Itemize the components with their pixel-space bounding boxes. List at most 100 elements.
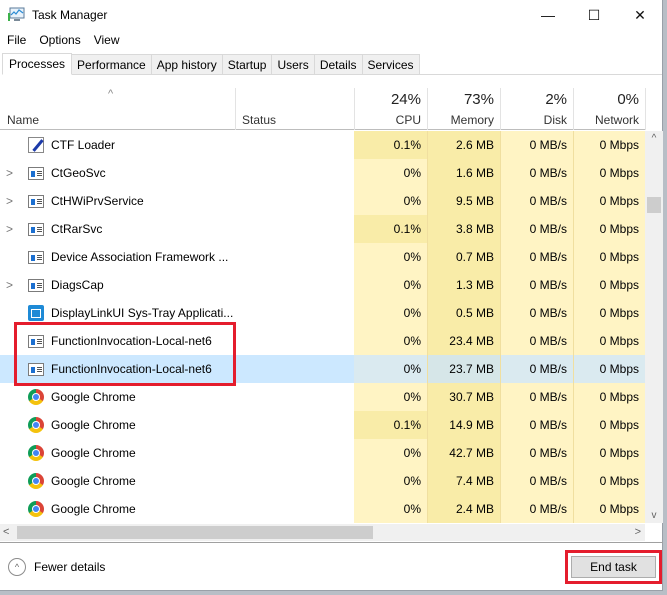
expand-chevron-icon[interactable]: >: [6, 215, 18, 243]
process-network: 0 Mbps: [573, 467, 645, 495]
process-network: 0 Mbps: [573, 159, 645, 187]
process-cpu: 0%: [354, 159, 427, 187]
column-status[interactable]: Status: [235, 88, 354, 130]
process-network: 0 Mbps: [573, 187, 645, 215]
menu-file[interactable]: File: [0, 31, 32, 49]
service-icon: [28, 167, 44, 180]
menu-view[interactable]: View: [87, 31, 126, 49]
scroll-right-icon[interactable]: >: [635, 524, 641, 541]
tab-startup[interactable]: Startup: [222, 54, 273, 75]
process-disk: 0 MB/s: [500, 327, 573, 355]
horizontal-scroll-thumb[interactable]: [17, 526, 373, 539]
scroll-down-icon[interactable]: v: [645, 510, 663, 521]
annotation-highlight-processes: [14, 322, 236, 386]
column-memory-label: Memory: [450, 113, 494, 127]
process-name-cell: > CtGeoSvc: [0, 159, 235, 187]
fewer-details-button[interactable]: ^ Fewer details: [8, 556, 105, 578]
tab-performance[interactable]: Performance: [72, 54, 152, 75]
process-cpu: 0.1%: [354, 215, 427, 243]
scroll-up-icon[interactable]: ^: [645, 133, 663, 144]
column-name[interactable]: ^ Name: [0, 88, 235, 130]
process-memory: 23.7 MB: [427, 355, 500, 383]
process-row[interactable]: > CtGeoSvc 0% 1.6 MB 0 MB/s 0 Mbps: [0, 159, 645, 187]
column-network[interactable]: 0% Network: [573, 88, 645, 130]
process-name: CtRarSvc: [51, 222, 103, 236]
process-row[interactable]: Device Association Framework ... 0% 0.7 MB…: [0, 243, 645, 271]
process-status: [235, 271, 354, 299]
sort-ascending-icon: ^: [108, 88, 114, 100]
tab-app-history[interactable]: App history: [151, 54, 223, 75]
maximize-button[interactable]: ☐: [571, 0, 617, 30]
process-name-cell: > CtHWiPrvService: [0, 187, 235, 215]
process-row[interactable]: > DiagsCap 0% 1.3 MB 0 MB/s 0 Mbps: [0, 271, 645, 299]
process-network: 0 Mbps: [573, 243, 645, 271]
process-memory: 2.6 MB: [427, 131, 500, 159]
close-icon: ✕: [634, 6, 646, 23]
process-name: Google Chrome: [51, 418, 136, 432]
horizontal-scrollbar[interactable]: < >: [0, 524, 645, 541]
process-name: Google Chrome: [51, 390, 136, 404]
memory-total: 73%: [463, 91, 494, 108]
chrome-icon: [28, 417, 44, 433]
process-cpu: 0.1%: [354, 411, 427, 439]
tab-details[interactable]: Details: [314, 54, 363, 75]
expand-chevron-icon[interactable]: >: [6, 187, 18, 215]
process-row[interactable]: Google Chrome 0% 30.7 MB 0 MB/s 0 Mbps: [0, 383, 645, 411]
process-name-cell: Device Association Framework ...: [0, 243, 235, 271]
process-memory: 2.4 MB: [427, 495, 500, 523]
process-row[interactable]: > CtRarSvc 0.1% 3.8 MB 0 MB/s 0 Mbps: [0, 215, 645, 243]
menu-options[interactable]: Options: [32, 31, 86, 49]
process-cpu: 0%: [354, 355, 427, 383]
process-network: 0 Mbps: [573, 131, 645, 159]
process-disk: 0 MB/s: [500, 439, 573, 467]
process-status: [235, 243, 354, 271]
process-cpu: 0%: [354, 327, 427, 355]
column-disk-label: Disk: [543, 113, 567, 127]
process-row[interactable]: Google Chrome 0% 7.4 MB 0 MB/s 0 Mbps: [0, 467, 645, 495]
process-status: [235, 411, 354, 439]
process-status: [235, 299, 354, 327]
process-name-cell: Google Chrome: [0, 495, 235, 523]
column-disk[interactable]: 2% Disk: [500, 88, 573, 130]
process-disk: 0 MB/s: [500, 355, 573, 383]
minimize-button[interactable]: —: [525, 0, 571, 30]
process-disk: 0 MB/s: [500, 131, 573, 159]
process-memory: 1.3 MB: [427, 271, 500, 299]
process-memory: 9.5 MB: [427, 187, 500, 215]
process-network: 0 Mbps: [573, 439, 645, 467]
process-cpu: 0%: [354, 187, 427, 215]
process-memory: 42.7 MB: [427, 439, 500, 467]
tab-processes[interactable]: Processes: [2, 53, 73, 75]
process-name-cell: Google Chrome: [0, 383, 235, 411]
title-bar: Task Manager — ☐ ✕: [0, 0, 663, 30]
process-row[interactable]: Google Chrome 0% 2.4 MB 0 MB/s 0 Mbps: [0, 495, 645, 523]
process-row[interactable]: Google Chrome 0.1% 14.9 MB 0 MB/s 0 Mbps: [0, 411, 645, 439]
process-name: CTF Loader: [51, 138, 116, 152]
window-title: Task Manager: [32, 8, 108, 22]
scroll-left-icon[interactable]: <: [3, 524, 9, 541]
tab-services[interactable]: Services: [362, 54, 420, 75]
expand-chevron-icon[interactable]: >: [6, 271, 18, 299]
process-name-cell: > DiagsCap: [0, 271, 235, 299]
process-cpu: 0%: [354, 243, 427, 271]
column-network-label: Network: [594, 113, 639, 127]
vertical-scrollbar[interactable]: ^ v: [645, 131, 663, 523]
process-network: 0 Mbps: [573, 495, 645, 523]
column-cpu[interactable]: 24% CPU: [354, 88, 427, 130]
expand-chevron-icon[interactable]: >: [6, 159, 18, 187]
fewer-details-label: Fewer details: [34, 560, 106, 574]
process-row[interactable]: Google Chrome 0% 42.7 MB 0 MB/s 0 Mbps: [0, 439, 645, 467]
vertical-scroll-thumb[interactable]: [647, 197, 661, 213]
process-disk: 0 MB/s: [500, 467, 573, 495]
close-button[interactable]: ✕: [617, 0, 663, 30]
tab-users[interactable]: Users: [272, 54, 315, 75]
process-status: [235, 467, 354, 495]
window-edge: [663, 0, 667, 595]
process-network: 0 Mbps: [573, 299, 645, 327]
column-memory[interactable]: 73% Memory: [427, 88, 500, 130]
process-row[interactable]: > CtHWiPrvService 0% 9.5 MB 0 MB/s 0 Mbps: [0, 187, 645, 215]
process-name: Google Chrome: [51, 446, 136, 460]
process-network: 0 Mbps: [573, 383, 645, 411]
process-row[interactable]: CTF Loader 0.1% 2.6 MB 0 MB/s 0 Mbps: [0, 131, 645, 159]
window-edge-bottom: [0, 591, 667, 595]
